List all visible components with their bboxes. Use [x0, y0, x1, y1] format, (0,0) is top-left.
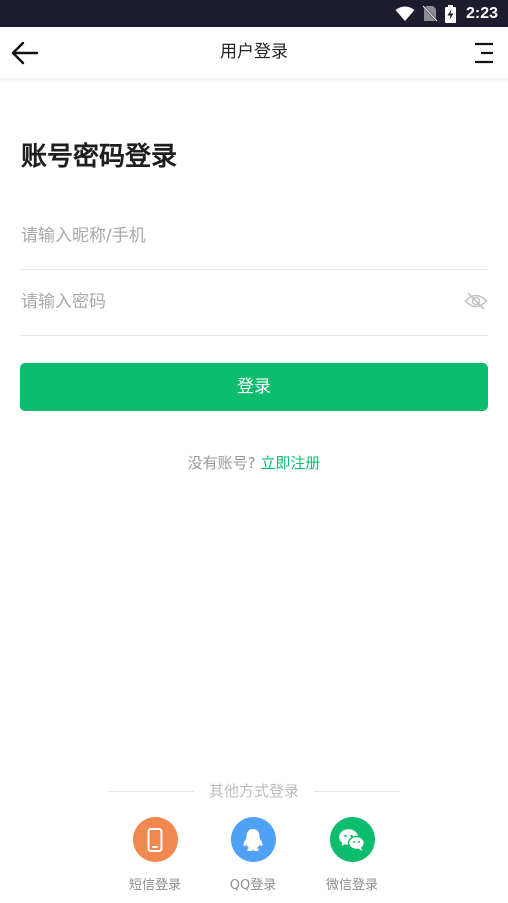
- eye-off-icon[interactable]: [464, 291, 488, 311]
- username-input[interactable]: [20, 203, 441, 269]
- battery-charging-icon: [444, 4, 456, 23]
- wechat-icon: [339, 828, 366, 851]
- status-time: 2:23: [465, 4, 498, 22]
- login-button[interactable]: 登录: [20, 363, 488, 411]
- password-field-row: [20, 269, 488, 336]
- login-heading: 账号密码登录: [21, 142, 178, 172]
- other-login-divider: 其他方式登录: [108, 778, 400, 802]
- qq-login-button[interactable]: QQ登录: [213, 817, 293, 893]
- menu-icon[interactable]: [472, 41, 496, 65]
- status-bar: 2:23: [0, 0, 508, 27]
- register-link[interactable]: 立即注册: [260, 454, 320, 472]
- page-title: 用户登录: [220, 42, 288, 62]
- wechat-login-button[interactable]: 微信登录: [312, 817, 392, 893]
- sms-login-circle: [132, 817, 178, 862]
- sms-login-label: 短信登录: [128, 878, 181, 893]
- divider-line-right: [314, 791, 400, 792]
- password-input[interactable]: [20, 269, 441, 335]
- sms-login-button[interactable]: 短信登录: [115, 817, 195, 893]
- register-row: 没有账号? 立即注册: [0, 452, 508, 473]
- app-header: 用户登录: [0, 27, 508, 78]
- username-field-row: [20, 203, 488, 270]
- qq-icon: [243, 828, 263, 851]
- qq-login-circle: [230, 817, 276, 862]
- wechat-login-label: 微信登录: [325, 878, 378, 893]
- phone-icon: [147, 827, 163, 852]
- qq-login-label: QQ登录: [229, 878, 277, 893]
- wechat-login-circle: [329, 817, 375, 862]
- wifi-icon: [395, 6, 415, 21]
- no-sim-icon: [422, 5, 437, 22]
- register-prompt: 没有账号?: [187, 454, 256, 472]
